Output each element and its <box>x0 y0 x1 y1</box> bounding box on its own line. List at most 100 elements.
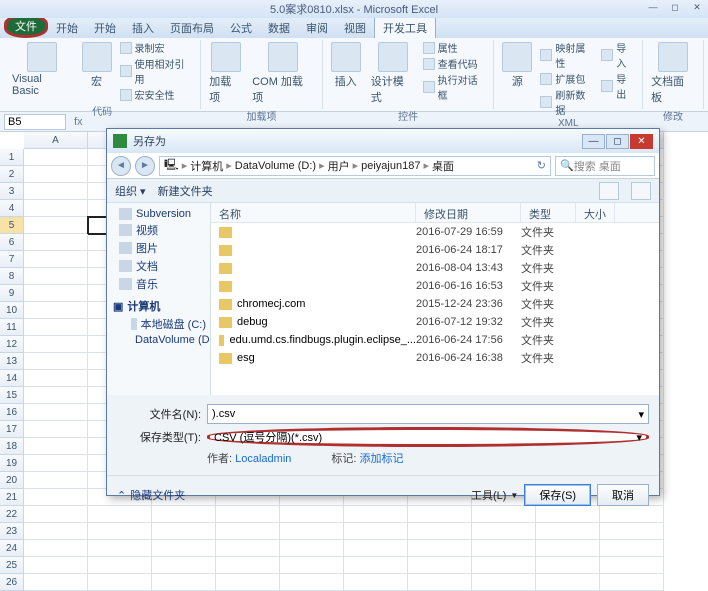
row-header[interactable]: 11 <box>0 319 24 336</box>
tree-drive-c[interactable]: 本地磁盘 (C:) <box>109 315 208 333</box>
cell[interactable] <box>24 353 88 370</box>
com-addins-button[interactable]: COM 加载项 <box>250 40 316 107</box>
tab-formulas[interactable]: 公式 <box>222 18 260 38</box>
cell[interactable] <box>24 183 88 200</box>
cell[interactable] <box>88 574 152 591</box>
tree-videos[interactable]: 视频 <box>109 221 208 239</box>
xml-import-button[interactable]: 导入 <box>601 40 636 70</box>
cell[interactable] <box>408 574 472 591</box>
cell[interactable] <box>24 523 88 540</box>
row-header[interactable]: 2 <box>0 166 24 183</box>
row-header[interactable]: 22 <box>0 506 24 523</box>
cell[interactable] <box>24 540 88 557</box>
cell[interactable] <box>216 557 280 574</box>
cell[interactable] <box>344 574 408 591</box>
cell[interactable] <box>24 217 88 234</box>
cell[interactable] <box>600 540 664 557</box>
cell[interactable] <box>536 540 600 557</box>
tag-link[interactable]: 添加标记 <box>360 453 404 465</box>
row-header[interactable]: 12 <box>0 336 24 353</box>
list-item[interactable]: chromecj.com2015-12-24 23:36文件夹 <box>211 295 659 313</box>
cell[interactable] <box>280 557 344 574</box>
cell[interactable] <box>536 557 600 574</box>
tree-music[interactable]: 音乐 <box>109 275 208 293</box>
addins-button[interactable]: 加载项 <box>207 40 244 107</box>
record-macro-button[interactable]: 录制宏 <box>120 40 195 55</box>
cell[interactable] <box>152 540 216 557</box>
cell[interactable] <box>24 268 88 285</box>
dialog-min-button[interactable]: — <box>582 134 605 149</box>
row-header[interactable]: 9 <box>0 285 24 302</box>
row-header[interactable]: 1 <box>0 149 24 166</box>
cell[interactable] <box>24 506 88 523</box>
xml-export-button[interactable]: 导出 <box>601 71 636 101</box>
close-button[interactable]: ✕ <box>686 0 708 14</box>
cell[interactable] <box>216 523 280 540</box>
cell[interactable] <box>24 200 88 217</box>
help-button[interactable] <box>631 182 651 200</box>
search-input[interactable]: 🔍 搜索 桌面 <box>555 156 655 176</box>
cell[interactable] <box>24 404 88 421</box>
nav-fwd-button[interactable]: ► <box>135 156 155 176</box>
list-item[interactable]: 2016-06-16 16:53文件夹 <box>211 277 659 295</box>
tab-pagelayout[interactable]: 页面布局 <box>162 18 222 38</box>
cell[interactable] <box>24 370 88 387</box>
view-mode-button[interactable] <box>599 182 619 200</box>
col-size[interactable]: 大小 <box>576 203 615 222</box>
cell[interactable] <box>24 557 88 574</box>
cell[interactable] <box>408 540 472 557</box>
row-header[interactable]: 21 <box>0 489 24 506</box>
cell[interactable] <box>24 455 88 472</box>
cell[interactable] <box>24 387 88 404</box>
cancel-button[interactable]: 取消 <box>597 484 649 506</box>
nav-tree[interactable]: Subversion 视频 图片 文档 音乐 ▣计算机 本地磁盘 (C:) Da… <box>107 203 211 395</box>
row-header[interactable]: 25 <box>0 557 24 574</box>
maximize-button[interactable]: ◻ <box>664 0 686 14</box>
filename-input[interactable]: ).csv▾ <box>207 404 649 424</box>
view-code-button[interactable]: 查看代码 <box>423 56 488 71</box>
row-header[interactable]: 4 <box>0 200 24 217</box>
cell[interactable] <box>472 540 536 557</box>
row-header[interactable]: 17 <box>0 421 24 438</box>
breadcrumb[interactable]: 🖳 ▸计算机 ▸DataVolume (D:) ▸用户 ▸peiyajun187… <box>159 156 551 176</box>
cell[interactable] <box>24 285 88 302</box>
col-type[interactable]: 类型 <box>521 203 576 222</box>
row-header[interactable]: 16 <box>0 404 24 421</box>
cell[interactable] <box>152 523 216 540</box>
cell[interactable] <box>600 574 664 591</box>
row-header[interactable]: 13 <box>0 353 24 370</box>
cell[interactable] <box>24 438 88 455</box>
new-folder-button[interactable]: 新建文件夹 <box>158 183 213 199</box>
row-header[interactable]: 10 <box>0 302 24 319</box>
cell[interactable] <box>600 557 664 574</box>
relative-ref-button[interactable]: 使用相对引用 <box>120 56 195 86</box>
refresh-icon[interactable]: ↻ <box>537 159 546 172</box>
cell[interactable] <box>216 540 280 557</box>
macros-button[interactable]: 宏 <box>80 40 114 91</box>
design-mode-button[interactable]: 设计模式 <box>369 40 417 107</box>
cell[interactable] <box>24 319 88 336</box>
row-header[interactable]: 23 <box>0 523 24 540</box>
cell[interactable] <box>280 540 344 557</box>
cell[interactable] <box>152 557 216 574</box>
tab-view[interactable]: 视图 <box>336 18 374 38</box>
properties-button[interactable]: 属性 <box>423 40 488 55</box>
cell[interactable] <box>24 234 88 251</box>
col-name[interactable]: 名称 <box>211 203 416 222</box>
dialog-max-button[interactable]: ◻ <box>606 134 629 149</box>
cell[interactable] <box>24 251 88 268</box>
map-props-button[interactable]: 映射属性 <box>540 40 595 70</box>
author-link[interactable]: Localadmin <box>235 453 291 465</box>
tree-drive-d[interactable]: DataVolume (D: <box>109 333 208 347</box>
cell[interactable] <box>280 574 344 591</box>
row-header[interactable]: 6 <box>0 234 24 251</box>
row-header[interactable]: 26 <box>0 574 24 591</box>
minimize-button[interactable]: — <box>642 0 664 14</box>
row-header[interactable]: 14 <box>0 370 24 387</box>
xml-source-button[interactable]: 源 <box>500 40 534 91</box>
list-item[interactable]: 2016-06-24 18:17文件夹 <box>211 241 659 259</box>
tree-computer[interactable]: ▣计算机 <box>109 297 208 315</box>
col-header[interactable]: A <box>24 132 88 149</box>
cell[interactable] <box>24 489 88 506</box>
tools-dropdown[interactable]: 工具(L)▼ <box>471 487 518 503</box>
